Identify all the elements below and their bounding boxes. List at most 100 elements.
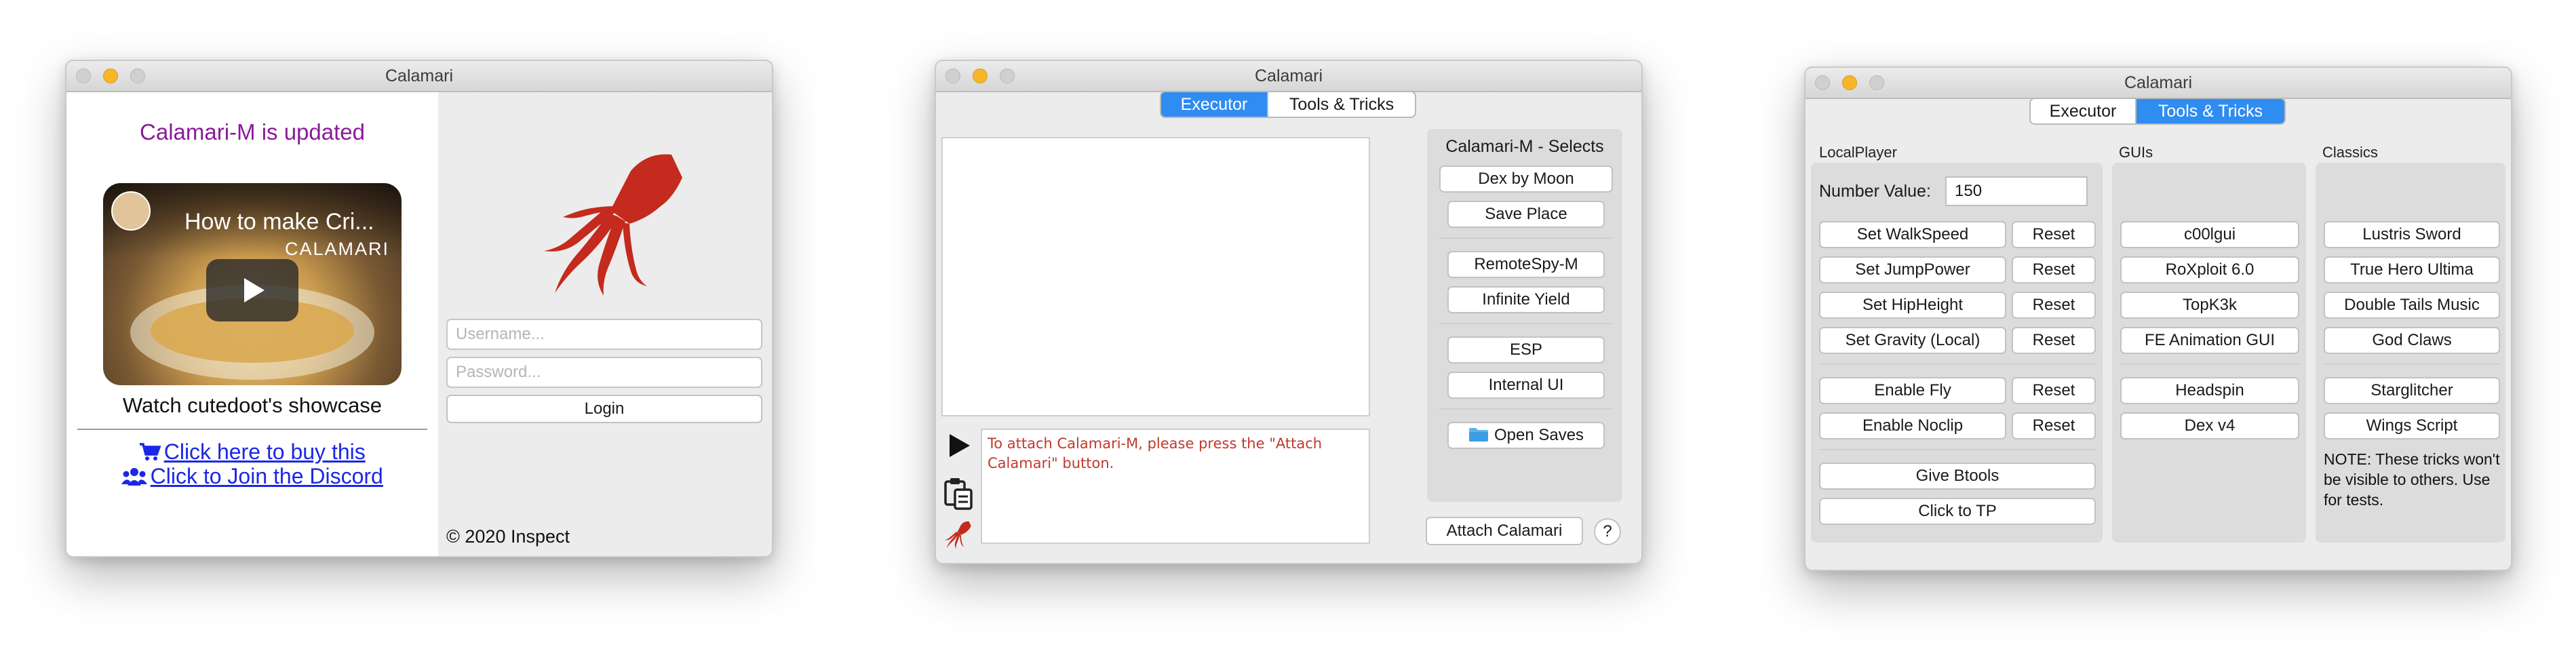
tab-executor[interactable]: Executor: [1161, 92, 1267, 117]
discord-link-row[interactable]: Click to Join the Discord: [66, 464, 438, 489]
classic-item[interactable]: True Hero Ultima: [2324, 256, 2500, 283]
tab-tools-tricks[interactable]: Tools & Tricks: [2136, 99, 2284, 123]
reset-fly-button[interactable]: Reset: [2012, 377, 2096, 404]
console-message: To attach Calamari-M, please press the "…: [988, 435, 1323, 471]
open-saves-label: Open Saves: [1494, 426, 1584, 444]
remotespy-button[interactable]: RemoteSpy-M: [1447, 251, 1605, 278]
executor-window-titlebar[interactable]: Calamari: [936, 61, 1641, 92]
guis-heading: GUIs: [2119, 144, 2153, 161]
login-window-titlebar[interactable]: Calamari: [66, 61, 772, 92]
classic-item[interactable]: God Claws: [2324, 327, 2500, 354]
tab-tools-tricks[interactable]: Tools & Tricks: [1267, 92, 1415, 117]
update-notice: Calamari-M is updated: [140, 119, 365, 144]
login-button[interactable]: Login: [446, 395, 762, 423]
dex-by-moon-button[interactable]: Dex by Moon: [1439, 165, 1613, 193]
divider: [77, 429, 427, 430]
zoom-window-button[interactable]: [1869, 75, 1884, 90]
run-button[interactable]: [941, 429, 975, 463]
localplayer-heading: LocalPlayer: [1819, 144, 1897, 161]
divider: [2120, 364, 2299, 365]
save-place-button[interactable]: Save Place: [1447, 201, 1605, 228]
tab-executor[interactable]: Executor: [2031, 99, 2136, 123]
divider: [1439, 408, 1613, 410]
window-title: Calamari: [1254, 66, 1323, 85]
help-button[interactable]: ?: [1594, 518, 1621, 545]
reset-walkspeed-button[interactable]: Reset: [2012, 221, 2096, 248]
close-window-button[interactable]: [945, 68, 960, 83]
console-output: To attach Calamari-M, please press the "…: [981, 429, 1370, 544]
number-value-input[interactable]: [1945, 176, 2088, 206]
script-editor[interactable]: [941, 137, 1370, 416]
set-walkspeed-button[interactable]: Set WalkSpeed: [1819, 221, 2006, 248]
gui-item[interactable]: c00lgui: [2120, 221, 2299, 248]
tools-window: Calamari Executor Tools & Tricks LocalPl…: [1804, 66, 2512, 571]
minimize-window-button[interactable]: [103, 68, 118, 83]
esp-button[interactable]: ESP: [1447, 336, 1605, 364]
reset-gravity-button[interactable]: Reset: [2012, 327, 2096, 354]
classic-item[interactable]: Lustris Sword: [2324, 221, 2500, 248]
play-button[interactable]: [206, 259, 298, 321]
discord-link[interactable]: Click to Join the Discord: [151, 464, 383, 488]
zoom-window-button[interactable]: [1000, 68, 1015, 83]
reset-hipheight-button[interactable]: Reset: [2012, 292, 2096, 319]
username-input[interactable]: [446, 319, 762, 350]
buy-link[interactable]: Click here to buy this: [164, 439, 366, 464]
classic-item[interactable]: Starglitcher: [2324, 377, 2500, 404]
login-window: Calamari Calamari-M is updated How to ma…: [65, 60, 773, 557]
close-window-button[interactable]: [76, 68, 91, 83]
close-window-button[interactable]: [1815, 75, 1830, 90]
divider: [1439, 323, 1613, 324]
divider: [1819, 364, 2096, 365]
minimize-window-button[interactable]: [973, 68, 988, 83]
open-saves-button[interactable]: Open Saves: [1447, 422, 1605, 449]
squid-icon: [544, 154, 682, 296]
news-pane: Calamari-M is updated How to make Cri...…: [66, 92, 438, 556]
cart-icon: [140, 443, 161, 460]
gui-item[interactable]: FE Animation GUI: [2120, 327, 2299, 354]
number-value-label: Number Value:: [1819, 182, 1931, 201]
showcase-caption: Watch cutedoot's showcase: [122, 393, 383, 417]
gui-item[interactable]: Dex v4: [2120, 412, 2299, 439]
users-icon: [121, 468, 148, 486]
channel-avatar: [111, 191, 151, 231]
selects-heading: Calamari-M - Selects: [1445, 137, 1604, 156]
divider: [1439, 237, 1613, 239]
give-btools-button[interactable]: Give Btools: [1819, 463, 2096, 490]
enable-noclip-button[interactable]: Enable Noclip: [1819, 412, 2006, 439]
clipboard-button[interactable]: [943, 476, 974, 510]
divider: [2324, 364, 2500, 365]
gui-item[interactable]: TopK3k: [2120, 292, 2299, 319]
tools-window-titlebar[interactable]: Calamari: [1806, 68, 2511, 99]
classic-item[interactable]: Double Tails Music: [2324, 292, 2500, 319]
password-input[interactable]: [446, 357, 762, 388]
internal-ui-button[interactable]: Internal UI: [1447, 372, 1605, 399]
divider: [1819, 449, 2096, 450]
enable-fly-button[interactable]: Enable Fly: [1819, 377, 2006, 404]
tab-bar: Executor Tools & Tricks: [2029, 98, 2286, 125]
video-channel: CALAMARI: [284, 239, 389, 259]
video-title: How to make Cri...: [184, 209, 374, 235]
set-jumppower-button[interactable]: Set JumpPower: [1819, 256, 2006, 283]
folder-icon: [1468, 428, 1488, 442]
attach-calamari-button[interactable]: Attach Calamari: [1426, 517, 1583, 545]
play-icon: [244, 278, 265, 302]
set-hipheight-button[interactable]: Set HipHeight: [1819, 292, 2006, 319]
infinite-yield-button[interactable]: Infinite Yield: [1447, 286, 1605, 313]
reset-jumppower-button[interactable]: Reset: [2012, 256, 2096, 283]
buy-link-row[interactable]: Click here to buy this: [66, 439, 438, 465]
gui-item[interactable]: RoXploit 6.0: [2120, 256, 2299, 283]
set-gravity-button[interactable]: Set Gravity (Local): [1819, 327, 2006, 354]
reset-noclip-button[interactable]: Reset: [2012, 412, 2096, 439]
minimize-window-button[interactable]: [1842, 75, 1857, 90]
click-to-tp-button[interactable]: Click to TP: [1819, 498, 2096, 525]
window-title: Calamari: [2124, 73, 2193, 92]
play-icon: [950, 434, 970, 457]
squid-icon: [944, 521, 971, 549]
gui-item[interactable]: Headspin: [2120, 377, 2299, 404]
video-thumbnail[interactable]: How to make Cri... CALAMARI: [103, 183, 402, 385]
executor-window: Calamari Executor Tools & Tricks To atta…: [935, 60, 1643, 564]
clipboard-icon: [944, 478, 973, 510]
window-title: Calamari: [385, 66, 454, 85]
classic-item[interactable]: Wings Script: [2324, 412, 2500, 439]
zoom-window-button[interactable]: [130, 68, 145, 83]
